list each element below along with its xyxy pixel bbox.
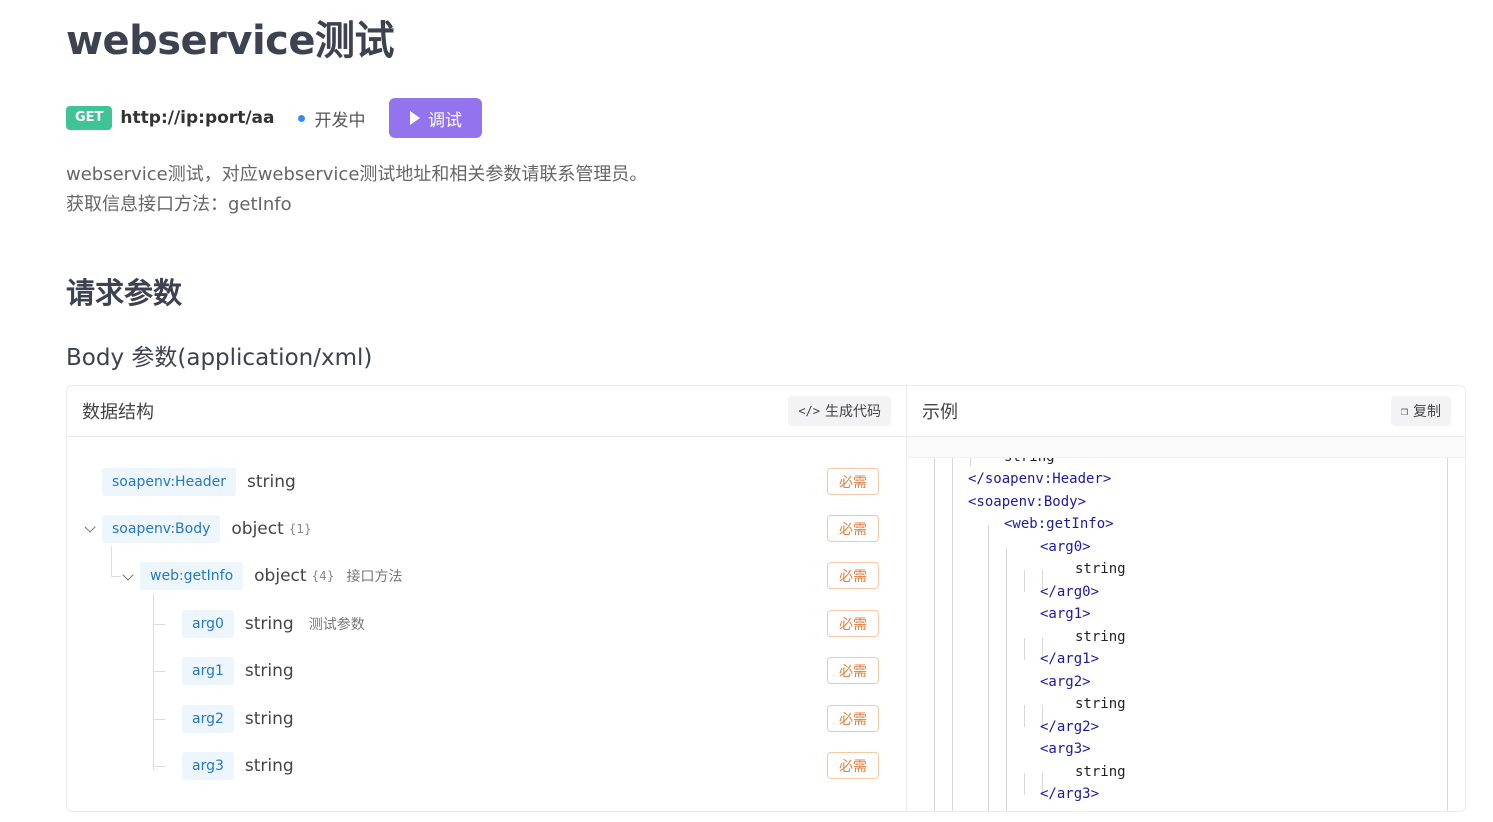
tree-row-arg1[interactable]: arg1 string bbox=[182, 656, 294, 686]
play-icon bbox=[409, 111, 420, 125]
example-pane: 示例 ❐ 复制 string </soapenv:Header> <soap bbox=[907, 386, 1465, 811]
indent-guide bbox=[970, 458, 971, 466]
tree-guide bbox=[153, 594, 154, 770]
indent-guide bbox=[1006, 548, 1007, 811]
indent-guide bbox=[1024, 773, 1025, 795]
code-line: string bbox=[1075, 629, 1126, 645]
schema-pane-title: 数据结构 bbox=[82, 402, 154, 423]
request-params-title: 请求参数 bbox=[66, 276, 183, 310]
chevron-down-icon[interactable] bbox=[122, 569, 134, 581]
code-line: </arg2> bbox=[1040, 719, 1100, 735]
code-line: <arg3> bbox=[1040, 741, 1091, 757]
required-tag: 必需 bbox=[827, 657, 879, 684]
param-name: soapenv:Header bbox=[102, 468, 237, 496]
param-name: arg3 bbox=[182, 752, 234, 780]
code-line: </arg0> bbox=[1040, 584, 1100, 600]
copy-button-label: 复制 bbox=[1413, 404, 1441, 420]
code-line: string bbox=[1004, 458, 1055, 468]
description: webservice测试，对应webservice测试地址和相关参数请联系管理员… bbox=[66, 160, 647, 220]
indent-guide bbox=[952, 458, 953, 811]
indent-guide bbox=[1447, 458, 1448, 811]
indent-guide bbox=[988, 525, 989, 811]
required-tag: 必需 bbox=[827, 468, 879, 495]
code-line: </arg1> bbox=[1040, 651, 1100, 667]
code-line: <soapenv:Body> bbox=[968, 494, 1087, 510]
status-text[interactable]: 开发中 bbox=[314, 106, 365, 131]
param-name: soapenv:Body bbox=[102, 515, 221, 543]
chevron-down-icon[interactable] bbox=[84, 521, 96, 533]
tree-guide bbox=[153, 671, 165, 672]
code-line: </arg3> bbox=[1040, 786, 1100, 802]
required-tag: 必需 bbox=[827, 752, 879, 779]
tree-guide bbox=[111, 546, 112, 576]
tree-guide bbox=[153, 624, 165, 625]
param-type: string bbox=[244, 614, 294, 634]
generate-code-label: 生成代码 bbox=[825, 404, 881, 420]
status-dot-icon bbox=[298, 114, 306, 122]
param-name: arg2 bbox=[182, 705, 234, 733]
description-line-1: webservice测试，对应webservice测试地址和相关参数请联系管理员… bbox=[66, 164, 648, 185]
tree-row-arg0[interactable]: arg0 string 测试参数 bbox=[182, 609, 365, 639]
copy-icon: ❐ bbox=[1400, 404, 1408, 418]
tree-row-body[interactable]: soapenv:Body object {1} bbox=[102, 514, 312, 544]
copy-button[interactable]: ❐ 复制 bbox=[1390, 396, 1451, 426]
param-type: string bbox=[244, 709, 294, 729]
param-type: string bbox=[247, 472, 296, 492]
code-line: string bbox=[1075, 696, 1126, 712]
param-count: {1} bbox=[288, 522, 312, 536]
param-type: string bbox=[244, 756, 294, 776]
indent-guide bbox=[1024, 570, 1025, 592]
param-name: arg0 bbox=[182, 610, 234, 638]
param-count: {4} bbox=[311, 569, 335, 583]
method-badge: GET bbox=[66, 106, 113, 130]
code-line: <arg2> bbox=[1040, 674, 1091, 690]
code-line: <arg0> bbox=[1040, 539, 1091, 555]
debug-button-label: 调试 bbox=[427, 110, 462, 131]
code-scroll-shadow bbox=[907, 437, 1465, 458]
endpoint-meta: GET http://ip:port/aa 开发中 调试 bbox=[66, 98, 483, 138]
example-pane-header: 示例 ❐ 复制 bbox=[907, 386, 1465, 437]
required-tag: 必需 bbox=[827, 610, 879, 637]
description-line-2: 获取信息接口方法：getInfo bbox=[66, 194, 292, 215]
param-type: object bbox=[231, 519, 284, 539]
param-name: web:getInfo bbox=[140, 562, 244, 590]
params-panel: 数据结构 </> 生成代码 soapenv:Header string soap… bbox=[66, 385, 1466, 812]
page-title: webservice测试 bbox=[66, 18, 395, 64]
debug-button[interactable]: 调试 bbox=[389, 98, 483, 138]
code-icon: </> bbox=[798, 404, 820, 418]
code-line: string bbox=[1075, 561, 1126, 577]
code-line: string bbox=[1075, 764, 1126, 780]
tree-guide bbox=[153, 719, 165, 720]
endpoint-url[interactable]: http://ip:port/aa bbox=[120, 108, 274, 128]
tree-row-header[interactable]: soapenv:Header string bbox=[102, 467, 296, 497]
required-tag: 必需 bbox=[827, 705, 879, 732]
required-tag: 必需 bbox=[827, 562, 879, 589]
indent-guide bbox=[1024, 705, 1025, 727]
tree-row-arg3[interactable]: arg3 string bbox=[182, 751, 294, 781]
generate-code-button[interactable]: </> 生成代码 bbox=[788, 396, 891, 426]
body-params-title: Body 参数(application/xml) bbox=[66, 345, 373, 371]
code-line: </soapenv:Header> bbox=[968, 471, 1112, 487]
tree-guide bbox=[111, 576, 121, 577]
required-tag: 必需 bbox=[827, 515, 879, 542]
schema-pane-header: 数据结构 </> 生成代码 bbox=[67, 386, 906, 437]
param-description: 接口方法 bbox=[346, 569, 403, 585]
code-line: <arg1> bbox=[1040, 606, 1091, 622]
param-type: string bbox=[244, 661, 294, 681]
param-name: arg1 bbox=[182, 657, 234, 685]
indent-guide bbox=[934, 458, 935, 811]
example-pane-title: 示例 bbox=[922, 402, 958, 423]
indent-guide bbox=[1024, 638, 1025, 660]
param-description: 测试参数 bbox=[308, 617, 365, 633]
tree-row-arg2[interactable]: arg2 string bbox=[182, 704, 294, 734]
param-type: object bbox=[254, 566, 307, 586]
schema-pane: 数据结构 </> 生成代码 soapenv:Header string soap… bbox=[67, 386, 907, 811]
tree-guide bbox=[153, 766, 165, 767]
tree-row-getinfo[interactable]: web:getInfo object {4} 接口方法 bbox=[140, 561, 402, 591]
code-line: <web:getInfo> bbox=[1004, 516, 1114, 532]
xml-example-code[interactable]: string </soapenv:Header> <soapenv:Body> … bbox=[907, 458, 1465, 811]
